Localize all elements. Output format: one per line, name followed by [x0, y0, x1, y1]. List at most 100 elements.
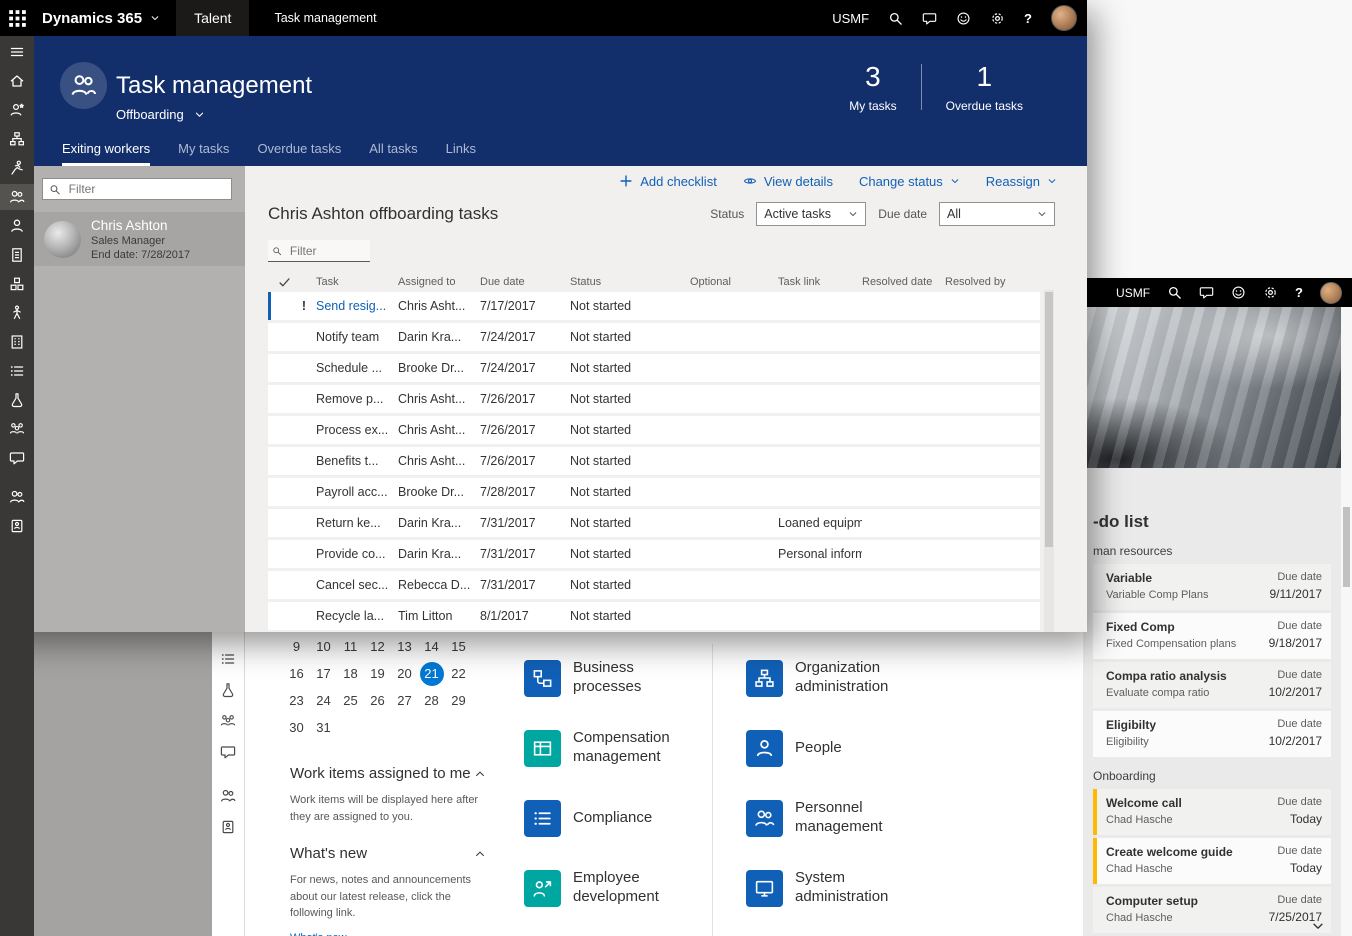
reassign-button[interactable]: Reassign [986, 174, 1057, 189]
column-header[interactable]: Task [316, 276, 398, 288]
calendar-day[interactable]: 25 [339, 689, 363, 713]
table-row[interactable]: Return ke... Darin Kra... 7/31/2017 Not … [268, 509, 1040, 537]
user-avatar[interactable] [1320, 282, 1342, 304]
table-row[interactable]: Schedule ... Brooke Dr... 7/24/2017 Not … [268, 354, 1040, 382]
whats-new-link[interactable]: What's new [290, 932, 347, 936]
change-status-button[interactable]: Change status [859, 174, 960, 189]
column-header[interactable]: Resolved date [862, 276, 945, 288]
table-row[interactable]: Provide co... Darin Kra... 7/31/2017 Not… [268, 540, 1040, 568]
workspace-tile[interactable]: Organization administration [746, 650, 936, 706]
table-row[interactable]: Remove p... Chris Asht... 7/26/2017 Not … [268, 385, 1040, 413]
task-filter-input[interactable] [288, 243, 366, 259]
process-selector[interactable]: Offboarding [116, 107, 205, 122]
scroll-down-chevron-icon[interactable] [1311, 919, 1325, 933]
calendar-day[interactable]: 15 [447, 635, 471, 659]
view-details-button[interactable]: View details [743, 174, 833, 189]
task-name-link[interactable]: Send resig... [316, 299, 398, 313]
nav-item[interactable] [212, 814, 245, 840]
feedback-smiley-icon[interactable] [1231, 285, 1246, 300]
table-row[interactable]: Cancel sec... Rebecca D... 7/31/2017 Not… [268, 571, 1040, 599]
table-row[interactable]: Payroll acc... Brooke Dr... 7/28/2017 No… [268, 478, 1040, 506]
table-row[interactable]: Benefits t... Chris Asht... 7/26/2017 No… [268, 447, 1040, 475]
settings-gear-icon[interactable] [990, 11, 1005, 26]
task-name-link[interactable]: Return ke... [316, 516, 398, 530]
table-row[interactable]: Process ex... Chris Asht... 7/26/2017 No… [268, 416, 1040, 444]
scrollbar-thumb[interactable] [1045, 292, 1053, 547]
calendar-day[interactable]: 13 [393, 635, 417, 659]
task-name-link[interactable]: Payroll acc... [316, 485, 398, 499]
column-header[interactable]: Task link [778, 276, 862, 288]
overdue-tasks-stat[interactable]: 1 Overdue tasks [922, 62, 1047, 113]
task-name-link[interactable]: Notify team [316, 330, 398, 344]
todo-item[interactable]: Variable Variable Comp Plans Due date 9/… [1093, 564, 1331, 610]
column-header[interactable]: Resolved by [945, 276, 1040, 288]
tab[interactable]: Overdue tasks [257, 141, 341, 166]
column-header[interactable]: Due date [480, 276, 570, 288]
tab[interactable]: All tasks [369, 141, 417, 166]
app-name[interactable]: Talent [176, 0, 249, 36]
calendar-day[interactable]: 26 [366, 689, 390, 713]
column-header[interactable]: Assigned to [398, 276, 480, 288]
workspace-tile[interactable]: Business processes [524, 650, 704, 706]
nav-item[interactable] [0, 68, 34, 94]
todo-item[interactable]: Compa ratio analysis Evaluate compa rati… [1093, 662, 1331, 708]
calendar-day[interactable]: 18 [339, 662, 363, 686]
message-icon[interactable] [922, 11, 937, 26]
nav-item[interactable] [212, 708, 245, 734]
calendar-day[interactable]: 19 [366, 662, 390, 686]
workspace-tile[interactable]: Compliance [524, 790, 704, 846]
table-row[interactable]: ! Send resig... Chris Asht... 7/17/2017 … [268, 292, 1040, 320]
select-all-check-icon[interactable] [278, 276, 291, 289]
workspace-tile[interactable]: Personnel management [746, 790, 936, 846]
add-checklist-button[interactable]: Add checklist [619, 174, 717, 189]
tab[interactable]: Links [446, 141, 476, 166]
todo-item[interactable]: Create welcome guide Chad Hasche Due dat… [1093, 838, 1331, 884]
calendar-day[interactable]: 16 [285, 662, 309, 686]
todo-item[interactable]: Eligibilty Eligibility Due date 10/2/201… [1093, 711, 1331, 757]
company-selector[interactable]: USMF [832, 11, 869, 26]
workspace-tile[interactable]: People [746, 720, 936, 776]
nav-item[interactable] [0, 387, 34, 413]
nav-item[interactable] [0, 155, 34, 181]
nav-item[interactable] [0, 213, 34, 239]
nav-item[interactable] [0, 184, 34, 210]
nav-item[interactable] [212, 646, 245, 672]
due-date-select[interactable]: All [939, 202, 1055, 226]
nav-item[interactable] [0, 513, 34, 539]
calendar-day[interactable]: 12 [366, 635, 390, 659]
calendar-day[interactable]: 31 [312, 716, 336, 740]
search-icon[interactable] [888, 11, 903, 26]
message-icon[interactable] [1199, 285, 1214, 300]
worker-list-item[interactable]: Chris Ashton Sales Manager End date: 7/2… [34, 212, 245, 266]
nav-item[interactable] [0, 126, 34, 152]
company-selector[interactable]: USMF [1116, 286, 1150, 300]
nav-item[interactable] [212, 783, 245, 809]
calendar-day[interactable]: 24 [312, 689, 336, 713]
nav-item[interactable] [0, 271, 34, 297]
task-name-link[interactable]: Cancel sec... [316, 578, 398, 592]
workspace-tile[interactable]: Employee development [524, 860, 704, 916]
todo-item[interactable]: Fixed Comp Fixed Compensation plans Due … [1093, 613, 1331, 659]
user-avatar[interactable] [1051, 5, 1077, 31]
calendar-day[interactable]: 29 [447, 689, 471, 713]
nav-item[interactable] [0, 242, 34, 268]
todo-item[interactable]: Computer setup Chad Hasche Due date 7/25… [1093, 887, 1331, 933]
nav-item[interactable] [0, 445, 34, 471]
calendar-day[interactable]: 14 [420, 635, 444, 659]
task-name-link[interactable]: Benefits t... [316, 454, 398, 468]
calendar-day[interactable]: 23 [285, 689, 309, 713]
calendar-day[interactable]: 22 [447, 662, 471, 686]
calendar-day[interactable]: 17 [312, 662, 336, 686]
workspace-tile[interactable]: Compensation management [524, 720, 704, 776]
task-name-link[interactable]: Schedule ... [316, 361, 398, 375]
task-name-link[interactable]: Remove p... [316, 392, 398, 406]
nav-item[interactable] [212, 677, 245, 703]
nav-item[interactable] [0, 358, 34, 384]
tab[interactable]: My tasks [178, 141, 229, 166]
search-icon[interactable] [1167, 285, 1182, 300]
column-header[interactable]: Optional [690, 276, 778, 288]
todo-item[interactable]: Welcome call Chad Hasche Due date Today [1093, 789, 1331, 835]
nav-item[interactable] [212, 739, 245, 765]
workers-filter-input[interactable] [67, 181, 225, 197]
feedback-smiley-icon[interactable] [956, 11, 971, 26]
